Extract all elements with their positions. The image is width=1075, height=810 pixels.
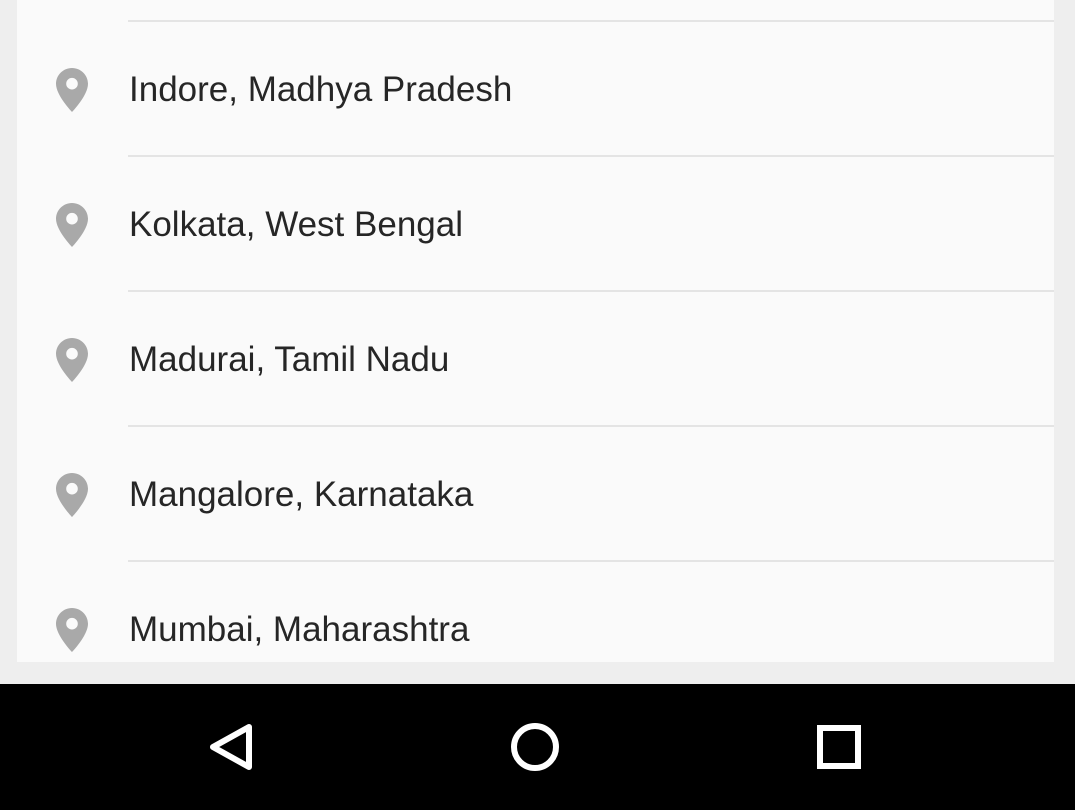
screen: Indore, Madhya Pradesh Kolkata, West Ben… bbox=[0, 0, 1075, 810]
location-label: Mangalore, Karnataka bbox=[129, 475, 474, 514]
location-pin-icon bbox=[56, 68, 88, 112]
location-list-card: Indore, Madhya Pradesh Kolkata, West Ben… bbox=[17, 0, 1054, 662]
location-pin-icon bbox=[56, 473, 88, 517]
recents-button[interactable] bbox=[799, 707, 879, 787]
location-label: Indore, Madhya Pradesh bbox=[129, 70, 513, 109]
recents-square-icon bbox=[799, 707, 879, 787]
location-pin-icon bbox=[56, 203, 88, 247]
location-list: Indore, Madhya Pradesh Kolkata, West Ben… bbox=[17, 22, 1054, 662]
home-circle-icon bbox=[495, 707, 575, 787]
location-label: Kolkata, West Bengal bbox=[129, 205, 463, 244]
back-button[interactable] bbox=[192, 707, 272, 787]
location-row-madurai[interactable]: Madurai, Tamil Nadu bbox=[17, 292, 1054, 427]
location-pin-icon bbox=[56, 338, 88, 382]
location-label: Mumbai, Maharashtra bbox=[129, 610, 470, 649]
location-row-mangalore[interactable]: Mangalore, Karnataka bbox=[17, 427, 1054, 562]
home-button[interactable] bbox=[495, 707, 575, 787]
navigation-bar bbox=[0, 684, 1075, 810]
location-row-indore[interactable]: Indore, Madhya Pradesh bbox=[17, 22, 1054, 157]
location-row-kolkata[interactable]: Kolkata, West Bengal bbox=[17, 157, 1054, 292]
location-pin-icon bbox=[56, 608, 88, 652]
location-row-mumbai[interactable]: Mumbai, Maharashtra bbox=[17, 562, 1054, 662]
location-label: Madurai, Tamil Nadu bbox=[129, 340, 450, 379]
back-triangle-icon bbox=[192, 707, 272, 787]
